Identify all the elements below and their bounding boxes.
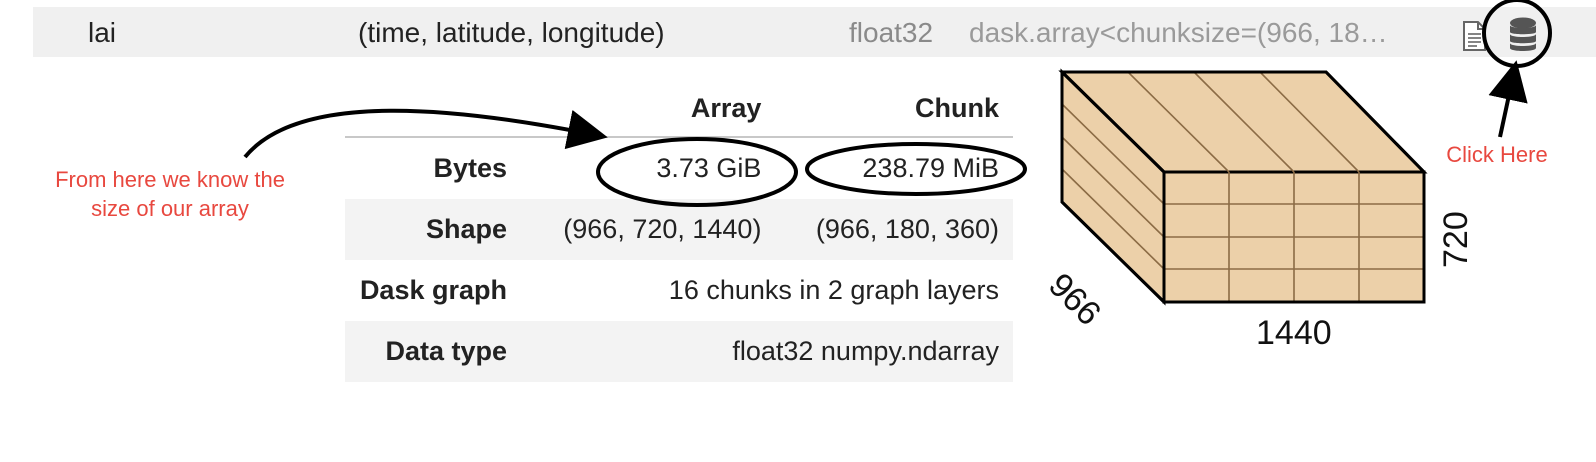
- row-label-bytes: Bytes: [433, 153, 507, 183]
- click-arrow: [1488, 60, 1528, 138]
- cube-side-face: [1060, 68, 1166, 306]
- variable-preview: dask.array<chunksize=(966, 18…: [969, 17, 1388, 48]
- shape-array-value: (966, 720, 1440): [521, 199, 776, 260]
- array-summary-table: Array Chunk Bytes 3.73 GiB 238.79 MiB Sh…: [345, 80, 1013, 382]
- cube-depth-label: 966: [1041, 266, 1109, 333]
- cube-width-label: 1440: [1256, 314, 1332, 352]
- table-header-row: Array Chunk: [345, 80, 1013, 138]
- cube-height-label: 720: [1437, 211, 1475, 268]
- table-row-bytes: Bytes 3.73 GiB 238.79 MiB: [345, 137, 1013, 199]
- cube-top-face: [1058, 70, 1428, 174]
- chunk-cube: [1058, 68, 1428, 306]
- row-label-dask-graph: Dask graph: [359, 275, 507, 305]
- dask-graph-value: 16 chunks in 2 graph layers: [668, 275, 999, 305]
- file-text-icon[interactable]: [1460, 20, 1488, 52]
- variable-dtype: float32: [849, 17, 934, 48]
- cube-front-face: [1162, 170, 1426, 304]
- variable-name: lai: [88, 17, 117, 48]
- annotation-click-here: Click Here: [1446, 142, 1548, 167]
- database-icon[interactable]: [1499, 10, 1547, 58]
- variable-dims: (time, latitude, longitude): [358, 17, 665, 48]
- shape-chunk-value: (966, 180, 360): [775, 199, 1013, 260]
- row-label-data-type: Data type: [345, 321, 521, 382]
- bytes-chunk-value: 238.79 MiB: [862, 153, 999, 183]
- table-header-chunk: Chunk: [775, 80, 1013, 138]
- cube-side-grid: [1061, 103, 1165, 270]
- cube-top-grid: [1127, 71, 1360, 173]
- table-header-empty: [345, 80, 521, 138]
- table-row-dask-graph: Dask graph 16 chunks in 2 graph layers: [345, 260, 1013, 321]
- bytes-array-value: 3.73 GiB: [656, 153, 762, 183]
- data-type-value: float32 numpy.ndarray: [521, 321, 1013, 382]
- table-header-array: Array: [521, 80, 776, 138]
- row-label-shape: Shape: [345, 199, 521, 260]
- table-row-shape: Shape (966, 720, 1440) (966, 180, 360): [345, 199, 1013, 260]
- table-row-data-type: Data type float32 numpy.ndarray: [345, 321, 1013, 382]
- cube-front-grid: [1164, 172, 1424, 302]
- annotation-size-note: From here we know the size of our array: [55, 167, 285, 221]
- variable-row[interactable]: lai (time, latitude, longitude) float32 …: [33, 7, 1596, 57]
